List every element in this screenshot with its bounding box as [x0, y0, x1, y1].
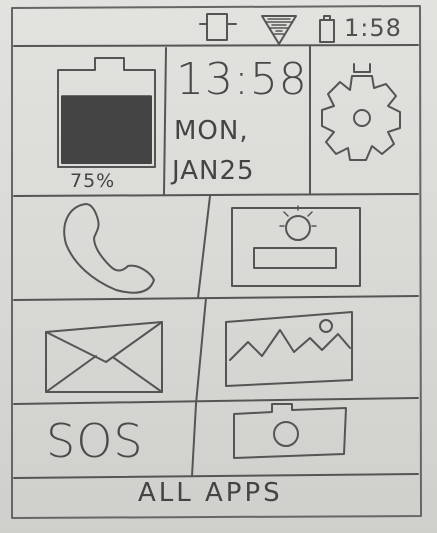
- gallery-app-button[interactable]: [204, 298, 418, 398]
- sos-button[interactable]: [14, 404, 194, 476]
- battery-status-icon: [319, 15, 335, 43]
- clock-widget-area[interactable]: [166, 48, 310, 194]
- status-time: 1:58: [344, 14, 402, 42]
- all-apps-button[interactable]: [14, 476, 418, 516]
- contacts-app-button[interactable]: [208, 196, 418, 296]
- battery-widget-area[interactable]: [14, 48, 164, 194]
- messages-app-button[interactable]: [14, 300, 202, 404]
- camera-app-button[interactable]: [196, 400, 418, 474]
- vibrate-icon: [199, 13, 237, 41]
- phone-app-button[interactable]: [14, 196, 204, 298]
- status-bar-border: [13, 44, 419, 47]
- wifi-icon: [261, 15, 297, 45]
- settings-button[interactable]: [312, 48, 418, 194]
